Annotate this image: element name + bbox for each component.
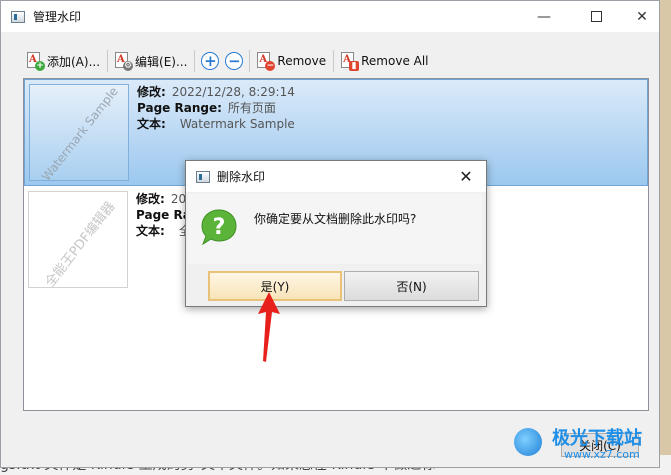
app-icon <box>11 10 25 23</box>
minimize-button[interactable]: — <box>521 1 567 32</box>
add-watermark-icon: A + <box>27 52 45 71</box>
logo-icon <box>514 428 542 456</box>
edit-watermark-button[interactable]: A ⚙ 编辑(E)... <box>111 47 191 75</box>
modified-label: 修改: <box>137 85 166 99</box>
toolbar-divider <box>333 50 335 72</box>
watermark-info: 修改: 2022/12/28, 8:29:14 Page Range: 所有页面 文… <box>137 84 295 132</box>
dialog-titlebar: 删除水印 ✕ <box>186 161 486 192</box>
dialog-title: 删除水印 <box>217 170 266 184</box>
zoom-in-button[interactable]: + <box>201 52 220 70</box>
remove-all-icon: A ▮ <box>341 52 360 71</box>
dialog-close-button[interactable]: ✕ <box>446 161 486 192</box>
text-label: 文本: <box>137 117 166 131</box>
watermark-thumbnail: 全能王PDF编辑器 <box>28 191 128 288</box>
dialog-message: 你确定要从文档删除此水印吗? <box>254 212 417 226</box>
toolbar: A + 添加(A)... A ⚙ 编辑(E)... + − A − Remove A ▮… <box>23 45 649 77</box>
edit-watermark-icon: A ⚙ <box>115 52 134 71</box>
toolbar-divider <box>194 50 196 72</box>
text-value: Watermark Sample <box>179 117 295 131</box>
modified-value: 20 <box>170 192 187 206</box>
window-titlebar: 管理水印 — ✕ <box>1 1 659 32</box>
text-label: 文本: <box>136 224 165 238</box>
toolbar-divider <box>107 50 109 72</box>
delete-watermark-dialog: 删除水印 ✕ ? 你确定要从文档删除此水印吗? 是(Y) 否(N) <box>185 160 487 307</box>
remove-button[interactable]: A − Remove <box>253 47 330 75</box>
page-range-value: 所有页面 <box>227 101 276 115</box>
add-watermark-label: 添加(A)... <box>47 54 101 69</box>
remove-all-button[interactable]: A ▮ Remove All <box>337 47 432 75</box>
watermark-thumbnail-text: 全能王PDF编辑器 <box>42 199 119 288</box>
remove-watermark-icon: A − <box>257 52 276 71</box>
modified-value: 2022/12/28, 8:29:14 <box>171 85 295 99</box>
question-icon: ? <box>201 209 237 246</box>
remove-label: Remove <box>277 54 327 68</box>
logo-name: 极光下载站 <box>552 428 642 449</box>
close-window-button[interactable]: ✕ <box>619 1 665 32</box>
watermark-thumbnail: Watermark Sample <box>29 84 129 181</box>
dialog-body: ? 你确定要从文档删除此水印吗? <box>188 194 482 264</box>
watermark-thumbnail-text: Watermark Sample <box>39 84 121 181</box>
red-arrow-annotation <box>258 292 280 362</box>
maximize-button[interactable] <box>573 1 619 32</box>
no-button[interactable]: 否(N) <box>344 271 479 301</box>
toolbar-divider <box>249 50 251 72</box>
page-range-label: Page Range: <box>137 101 222 115</box>
dialog-app-icon <box>196 170 210 183</box>
page-range-label: Page Ra <box>136 208 191 222</box>
modified-label: 修改: <box>136 192 165 206</box>
remove-all-label: Remove All <box>361 54 429 68</box>
zoom-out-button[interactable]: − <box>225 52 244 70</box>
svg-text:?: ? <box>213 215 226 240</box>
add-watermark-button[interactable]: A + 添加(A)... <box>23 47 104 75</box>
edit-watermark-label: 编辑(E)... <box>135 54 188 69</box>
logo-url: www.xz7.com <box>564 448 640 461</box>
maximize-icon <box>590 11 602 22</box>
site-logo: 极光下载站 www.xz7.com <box>508 424 658 464</box>
window-title: 管理水印 <box>33 10 82 24</box>
